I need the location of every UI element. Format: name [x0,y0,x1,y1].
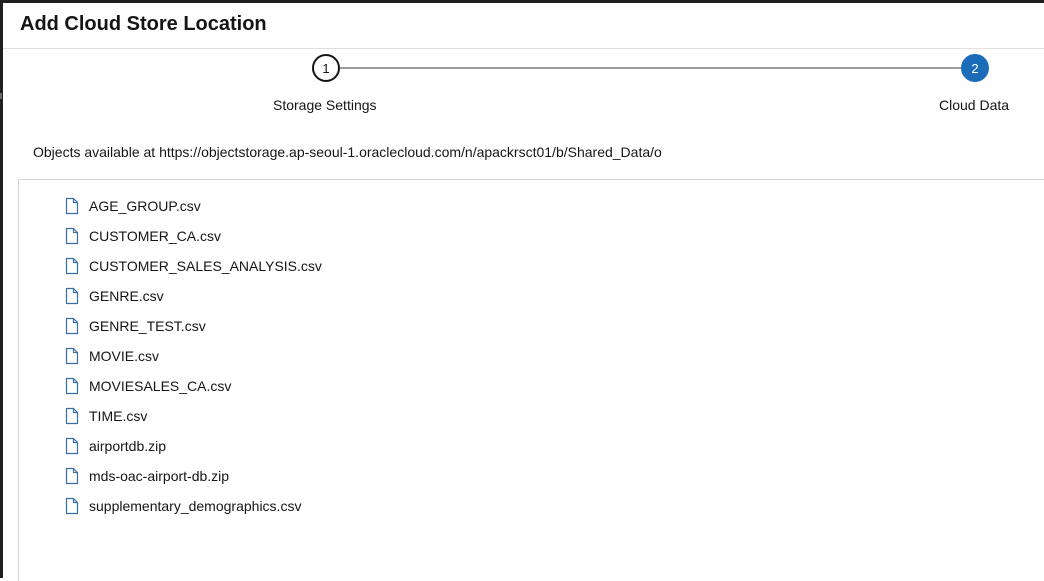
step-1-circle[interactable]: 1 [312,54,340,82]
file-list-item[interactable]: supplementary_demographics.csv [65,491,322,521]
file-list-item[interactable]: mds-oac-airport-db.zip [65,461,322,491]
step-2-circle[interactable]: 2 [961,54,989,82]
file-icon [65,317,79,335]
file-name: mds-oac-airport-db.zip [89,468,230,484]
file-name: GENRE_TEST.csv [89,318,206,334]
file-list-panel: AGE_GROUP.csv CUSTOMER_CA.csv CUSTOMER_SAL… [18,179,1044,581]
file-list: AGE_GROUP.csv CUSTOMER_CA.csv CUSTOMER_SAL… [65,191,322,521]
file-name: CUSTOMER_CA.csv [89,228,221,244]
step-2-label[interactable]: Cloud Data [939,97,1009,113]
file-name: supplementary_demographics.csv [89,498,302,514]
file-name: GENRE.csv [89,288,164,304]
file-name: AGE_GROUP.csv [89,198,201,214]
step-1-label[interactable]: Storage Settings [273,97,377,113]
file-name: CUSTOMER_SALES_ANALYSIS.csv [89,258,322,274]
dialog-header: Add Cloud Store Location [3,3,1044,49]
file-icon [65,467,79,485]
file-icon [65,287,79,305]
file-name: airportdb.zip [89,438,167,454]
add-cloud-store-dialog: Add Cloud Store Location 1 2 Storage Set… [3,3,1044,581]
file-list-item[interactable]: MOVIESALES_CA.csv [65,371,322,401]
file-icon [65,257,79,275]
file-name: TIME.csv [89,408,148,424]
file-icon [65,227,79,245]
file-list-item[interactable]: GENRE.csv [65,281,322,311]
file-list-item[interactable]: CUSTOMER_CA.csv [65,221,322,251]
step-connector [340,67,963,69]
file-icon [65,347,79,365]
file-list-item[interactable]: AGE_GROUP.csv [65,191,322,221]
file-icon [65,377,79,395]
file-list-item[interactable]: MOVIE.csv [65,341,322,371]
file-list-item[interactable]: CUSTOMER_SALES_ANALYSIS.csv [65,251,322,281]
file-name: MOVIE.csv [89,348,160,364]
file-list-item[interactable]: GENRE_TEST.csv [65,311,322,341]
file-name: MOVIESALES_CA.csv [89,378,232,394]
file-icon [65,437,79,455]
file-list-item[interactable]: TIME.csv [65,401,322,431]
file-icon [65,197,79,215]
dialog-title: Add Cloud Store Location [20,13,267,35]
objects-caption: Objects available at https://objectstora… [33,144,662,160]
file-icon [65,407,79,425]
file-icon [65,497,79,515]
file-list-item[interactable]: airportdb.zip [65,431,322,461]
